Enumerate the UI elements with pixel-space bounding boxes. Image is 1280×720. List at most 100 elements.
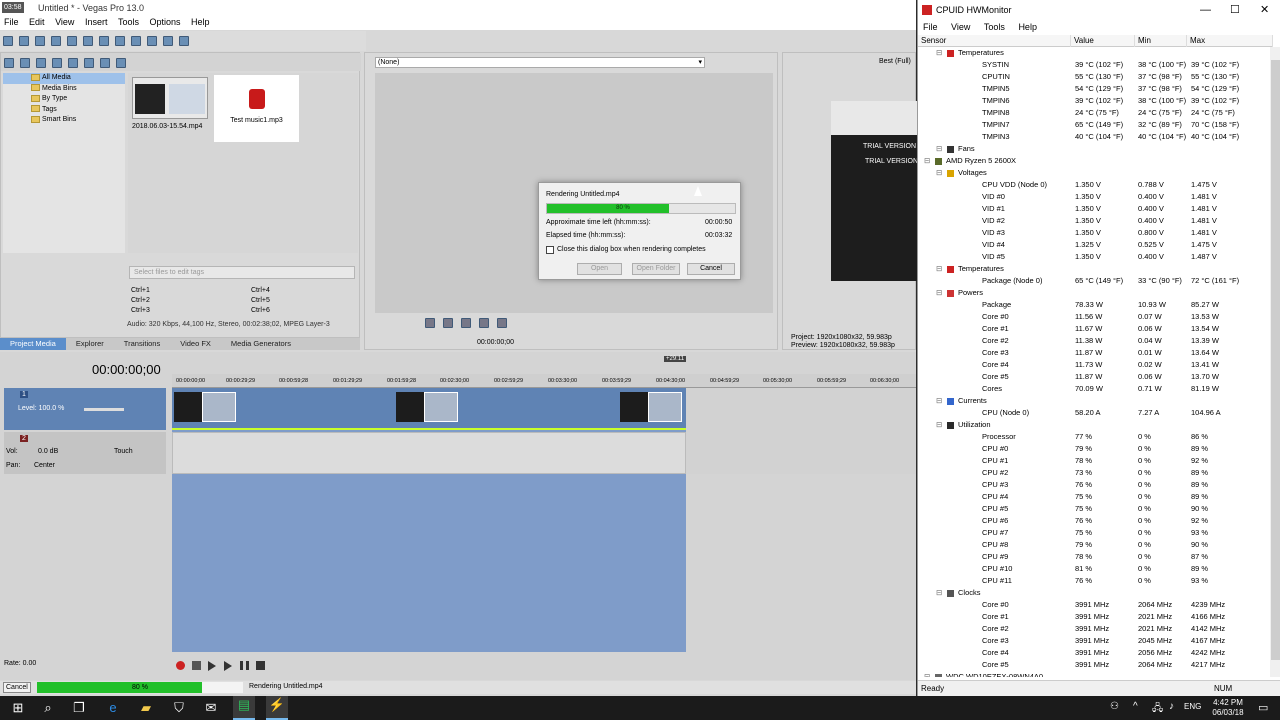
taskbar-date[interactable]: 06/03/18 — [1210, 708, 1246, 717]
media-fx-icon[interactable] — [100, 58, 110, 68]
sensor-group[interactable]: ⊟ Temperatures — [918, 263, 1270, 275]
search-icon[interactable]: ⌕ — [39, 699, 57, 717]
sensor-row[interactable]: Core #1 3991 MHz 2021 MHz 4166 MHz — [918, 611, 1270, 623]
collapse-toggle-icon[interactable]: ⊟ — [936, 395, 942, 407]
sensor-row[interactable]: TMPIN8 24 °C (75 °F) 24 °C (75 °F) 24 °C (7… — [918, 107, 1270, 119]
sensor-row[interactable]: Core #4 3991 MHz 2056 MHz 4242 MHz — [918, 647, 1270, 659]
mail-icon[interactable]: ✉ — [202, 699, 220, 717]
collapse-toggle-icon[interactable]: ⊟ — [936, 263, 942, 275]
remove-icon[interactable] — [84, 58, 94, 68]
open-folder-button[interactable]: Open Folder — [632, 263, 680, 275]
sensor-row[interactable]: Core #0 11.56 W 0.07 W 13.53 W — [918, 311, 1270, 323]
sensor-group[interactable]: ⊟ Utilization — [918, 419, 1270, 431]
tag-filter-input[interactable]: Select files to edit tags — [129, 266, 355, 279]
task-view-icon[interactable]: ❐ — [70, 699, 88, 717]
collapse-toggle-icon[interactable]: ⊟ — [936, 143, 942, 155]
sensor-row[interactable]: CPU #9 78 % 0 % 87 % — [918, 551, 1270, 563]
tab-explorer[interactable]: Explorer — [66, 338, 114, 350]
sensor-row[interactable]: CPU #0 79 % 0 % 89 % — [918, 443, 1270, 455]
sensor-row[interactable]: CPU VDD (Node 0) 1.350 V 0.788 V 1.475 V — [918, 179, 1270, 191]
column-max[interactable]: Max — [1187, 35, 1273, 47]
loop-playback-icon[interactable] — [192, 661, 201, 670]
views-icon[interactable] — [116, 58, 126, 68]
language-indicator[interactable]: ENG — [1184, 702, 1201, 711]
people-icon[interactable]: ⚇ — [1110, 701, 1119, 712]
render-icon[interactable] — [67, 36, 77, 46]
pause-icon[interactable] — [479, 318, 489, 328]
sensor-row[interactable]: Core #4 11.73 W 0.02 W 13.41 W — [918, 359, 1270, 371]
edge-icon[interactable]: e — [104, 699, 122, 717]
sensor-row[interactable]: VID #1 1.350 V 0.400 V 1.481 V — [918, 203, 1270, 215]
sensor-row[interactable]: CPU #1 78 % 0 % 92 % — [918, 455, 1270, 467]
stop-icon[interactable] — [256, 661, 265, 670]
tree-all-media[interactable]: All Media — [3, 73, 125, 84]
sensor-group[interactable]: ⊟ Voltages — [918, 167, 1270, 179]
whats-this-icon[interactable] — [179, 36, 189, 46]
paste-icon[interactable] — [131, 36, 141, 46]
loop-region-marker[interactable]: +29:11 — [664, 356, 687, 362]
tab-transitions[interactable]: Transitions — [114, 338, 170, 350]
sensor-group[interactable]: ⊟ Currents — [918, 395, 1270, 407]
sensor-row[interactable]: Core #5 11.87 W 0.06 W 13.70 W — [918, 371, 1270, 383]
sensor-group[interactable]: ⊟ Clocks — [918, 587, 1270, 599]
sensor-row[interactable]: CPU #7 75 % 0 % 93 % — [918, 527, 1270, 539]
sensor-row[interactable]: CPU #4 75 % 0 % 89 % — [918, 491, 1270, 503]
trimmer-select[interactable]: (None) ▾ — [375, 57, 705, 68]
play-icon[interactable] — [224, 661, 232, 671]
tree-by-type[interactable]: By Type — [3, 94, 125, 105]
sensor-row[interactable]: Cores 70.09 W 0.71 W 81.19 W — [918, 383, 1270, 395]
status-cancel-button[interactable]: Cancel — [3, 682, 31, 693]
properties-icon[interactable] — [83, 36, 93, 46]
tab-media-generators[interactable]: Media Generators — [221, 338, 301, 350]
tree-tags[interactable]: Tags — [3, 105, 125, 116]
shortcut-ctrl6[interactable]: Ctrl+6 — [251, 307, 270, 314]
import-media-icon[interactable] — [4, 58, 14, 68]
maximize-icon[interactable]: ☐ — [1230, 0, 1240, 20]
sensor-row[interactable]: VID #2 1.350 V 0.400 V 1.481 V — [918, 215, 1270, 227]
tab-video-fx[interactable]: Video FX — [170, 338, 221, 350]
preview-quality[interactable]: Best (Full) — [879, 58, 911, 65]
column-min[interactable]: Min — [1135, 35, 1187, 47]
undo-icon[interactable] — [147, 36, 157, 46]
level-slider[interactable] — [84, 408, 124, 411]
automation-mode[interactable]: Touch — [114, 448, 133, 455]
shortcut-ctrl2[interactable]: Ctrl+2 — [131, 297, 150, 304]
sensor-row[interactable]: Core #2 3991 MHz 2021 MHz 4142 MHz — [918, 623, 1270, 635]
video-track-header[interactable]: 1 Level: 100.0 % — [4, 388, 166, 430]
copy-icon[interactable] — [115, 36, 125, 46]
sensor-row[interactable]: Core #3 3991 MHz 2045 MHz 4167 MHz — [918, 635, 1270, 647]
menu-file[interactable]: File — [4, 17, 19, 27]
menu-tools[interactable]: Tools — [118, 17, 139, 27]
column-value[interactable]: Value — [1071, 35, 1135, 47]
sensor-row[interactable]: TMPIN3 40 °C (104 °F) 40 °C (104 °F) 40 °C … — [918, 131, 1270, 143]
sensor-row[interactable]: CPU #10 81 % 0 % 89 % — [918, 563, 1270, 575]
open-button[interactable]: Open — [577, 263, 622, 275]
hwmonitor-icon[interactable]: ⚡ — [266, 696, 288, 720]
sensor-row[interactable]: CPU #2 73 % 0 % 89 % — [918, 467, 1270, 479]
sensor-row[interactable]: CPUTIN 55 °C (130 °F) 37 °C (98 °F) 55 °C (… — [918, 71, 1270, 83]
sensor-row[interactable]: Core #0 3991 MHz 2064 MHz 4239 MHz — [918, 599, 1270, 611]
sensor-row[interactable]: CPU #11 76 % 0 % 93 % — [918, 575, 1270, 587]
tab-project-media[interactable]: Project Media — [0, 338, 66, 350]
taskbar-time[interactable]: 4:42 PM — [1210, 698, 1246, 707]
collapse-toggle-icon[interactable]: ⊟ — [936, 419, 942, 431]
collapse-toggle-icon[interactable]: ⊟ — [936, 587, 942, 599]
search-media-icon[interactable] — [68, 58, 78, 68]
sensor-row[interactable]: VID #0 1.350 V 0.400 V 1.481 V — [918, 191, 1270, 203]
menu-edit[interactable]: Edit — [29, 17, 45, 27]
menu-help[interactable]: Help — [191, 17, 210, 27]
sensor-row[interactable]: TMPIN5 54 °C (129 °F) 37 °C (98 °F) 54 °C (… — [918, 83, 1270, 95]
sensor-row[interactable]: Processor 77 % 0 % 86 % — [918, 431, 1270, 443]
sensor-row[interactable]: Core #5 3991 MHz 2064 MHz 4217 MHz — [918, 659, 1270, 671]
hw-menu-tools[interactable]: Tools — [984, 22, 1005, 32]
new-project-icon[interactable] — [3, 36, 13, 46]
close-icon[interactable]: ✕ — [1260, 0, 1269, 20]
time-ruler[interactable]: 00:00:00;00 00:00:29;29 00:00:59;28 00:0… — [172, 374, 916, 388]
hw-menu-help[interactable]: Help — [1018, 22, 1037, 32]
play-icon[interactable] — [443, 318, 453, 328]
get-photo-icon[interactable] — [36, 58, 46, 68]
sensor-row[interactable]: Core #3 11.87 W 0.01 W 13.64 W — [918, 347, 1270, 359]
volume-icon[interactable]: ♪ — [1169, 701, 1174, 712]
sensor-row[interactable]: Package 78.33 W 10.93 W 85.27 W — [918, 299, 1270, 311]
minimize-icon[interactable]: — — [1200, 0, 1211, 20]
